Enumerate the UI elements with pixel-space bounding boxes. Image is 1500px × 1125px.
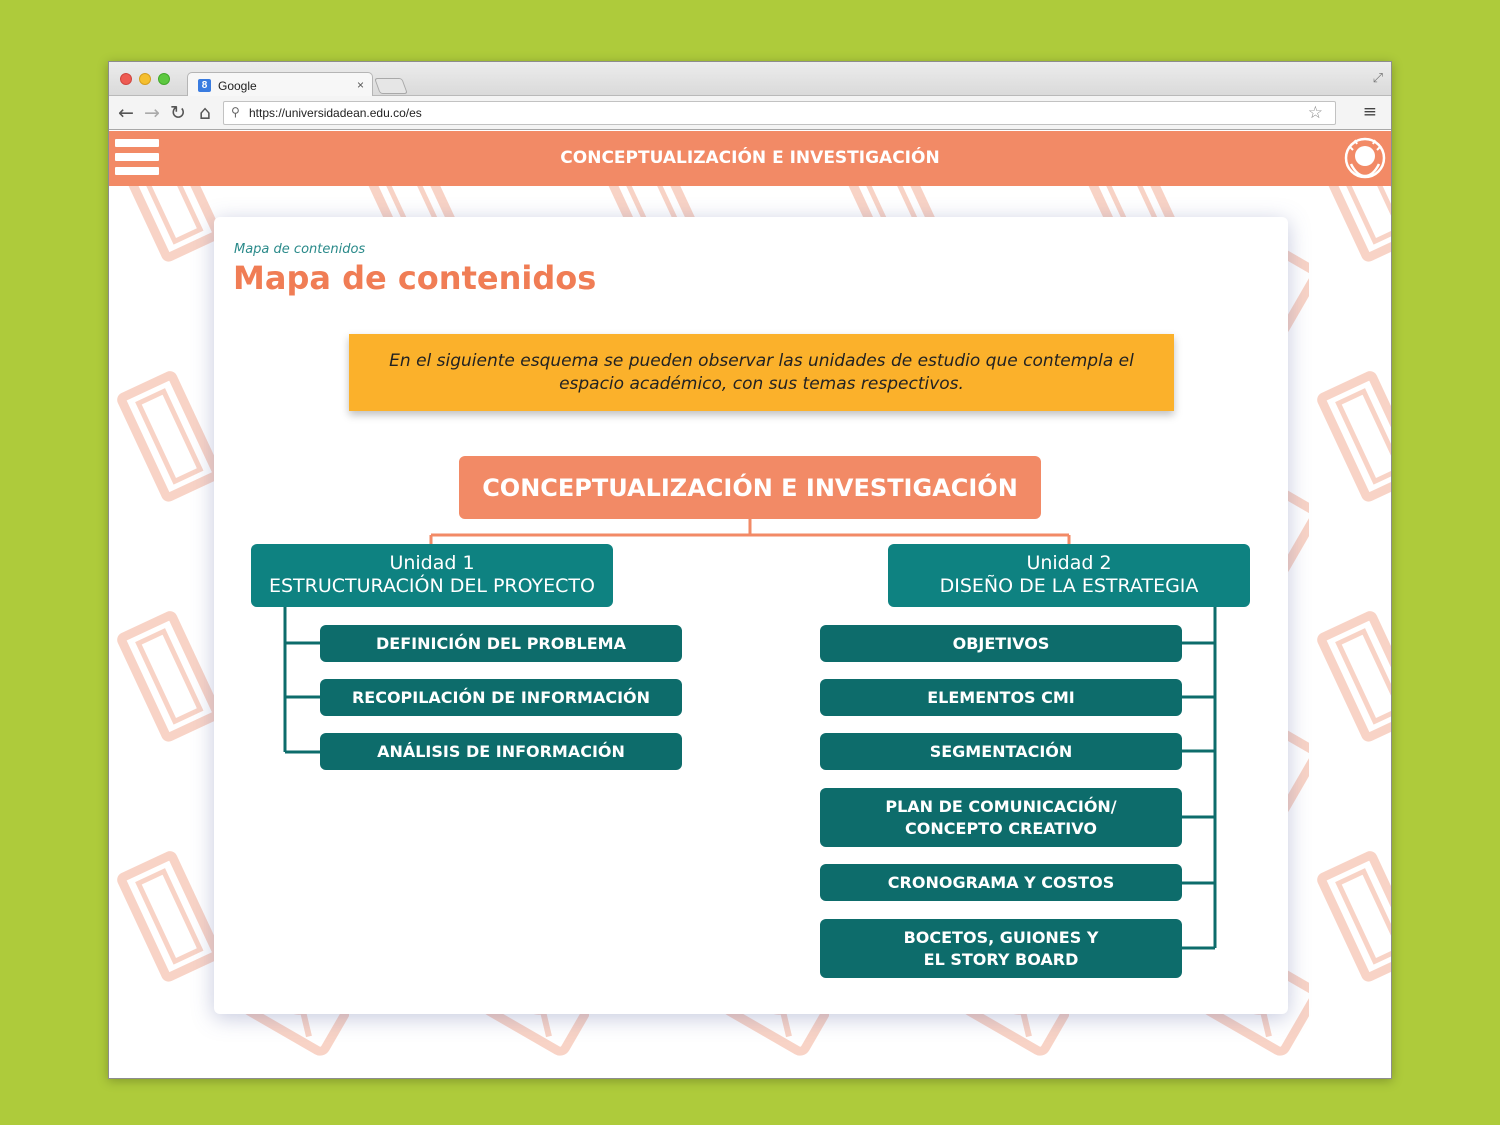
topic-node: BOCETOS, GUIONES Y EL STORY BOARD [820,919,1182,978]
forward-arrow-icon[interactable]: → [141,102,163,124]
map-root-node: CONCEPTUALIZACIÓN E INVESTIGACIÓN [459,456,1041,519]
topic-node: ELEMENTOS CMI [820,679,1182,716]
browser-window: 8 Google × ⤢ ← → ↻ ⌂ ⚲ https://universid… [108,61,1392,1079]
browser-toolbar: ← → ↻ ⌂ ⚲ https://universidadean.edu.co/… [109,96,1391,130]
back-arrow-icon[interactable]: ← [115,102,137,124]
browser-tab[interactable]: 8 Google × [187,72,373,97]
topic-node: RECOPILACIÓN DE INFORMACIÓN [320,679,682,716]
menu-icon[interactable]: ≡ [1363,102,1377,122]
home-icon[interactable]: ⌂ [194,102,216,124]
unit-number: Unidad 1 [389,552,475,574]
site-header: CONCEPTUALIZACIÓN E INVESTIGACIÓN [109,131,1391,186]
topic-line: CONCEPTO CREATIVO [905,818,1097,838]
close-window-button[interactable] [120,73,132,85]
web-page: CONCEPTUALIZACIÓN E INVESTIGACIÓN Mapa d… [109,131,1391,1078]
tab-title: Google [218,79,257,93]
topic-line: PLAN DE COMUNICACIÓN/ [885,796,1117,816]
topic-node: SEGMENTACIÓN [820,733,1182,770]
close-tab-icon[interactable]: × [357,78,364,92]
new-tab-button[interactable] [374,78,408,94]
url-text[interactable]: https://universidadean.edu.co/es [249,106,422,120]
unit-number: Unidad 2 [1026,552,1112,574]
header-title: CONCEPTUALIZACIÓN E INVESTIGACIÓN [560,148,940,168]
unit-name: DISEÑO DE LA ESTRATEGIA [939,575,1199,597]
fullscreen-icon[interactable]: ⤢ [1373,71,1383,86]
google-favicon-icon: 8 [198,79,211,92]
content-card: Mapa de contenidos Mapa de contenidos En… [214,217,1288,1014]
unit-2-node: Unidad 2 DISEÑO DE LA ESTRATEGIA [888,544,1250,607]
university-seal-icon [1344,137,1386,179]
address-bar[interactable]: ⚲ https://universidadean.edu.co/es ☆ [223,101,1336,125]
topic-line: EL STORY BOARD [923,949,1079,969]
tab-strip: 8 Google × ⤢ [109,62,1391,97]
topic-node: DEFINICIÓN DEL PROBLEMA [320,625,682,662]
unit-name: ESTRUCTURACIÓN DEL PROYECTO [268,575,595,597]
topic-node: OBJETIVOS [820,625,1182,662]
topic-node: CRONOGRAMA Y COSTOS [820,864,1182,901]
minimize-window-button[interactable] [139,73,151,85]
reload-icon[interactable]: ↻ [167,102,189,124]
topic-node: PLAN DE COMUNICACIÓN/ CONCEPTO CREATIVO [820,788,1182,847]
topic-line: BOCETOS, GUIONES Y [903,927,1099,947]
maximize-window-button[interactable] [158,73,170,85]
topic-node: ANÁLISIS DE INFORMACIÓN [320,733,682,770]
unit-1-node: Unidad 1 ESTRUCTURACIÓN DEL PROYECTO [251,544,613,607]
search-icon: ⚲ [231,105,240,119]
star-icon[interactable]: ☆ [1308,103,1323,123]
